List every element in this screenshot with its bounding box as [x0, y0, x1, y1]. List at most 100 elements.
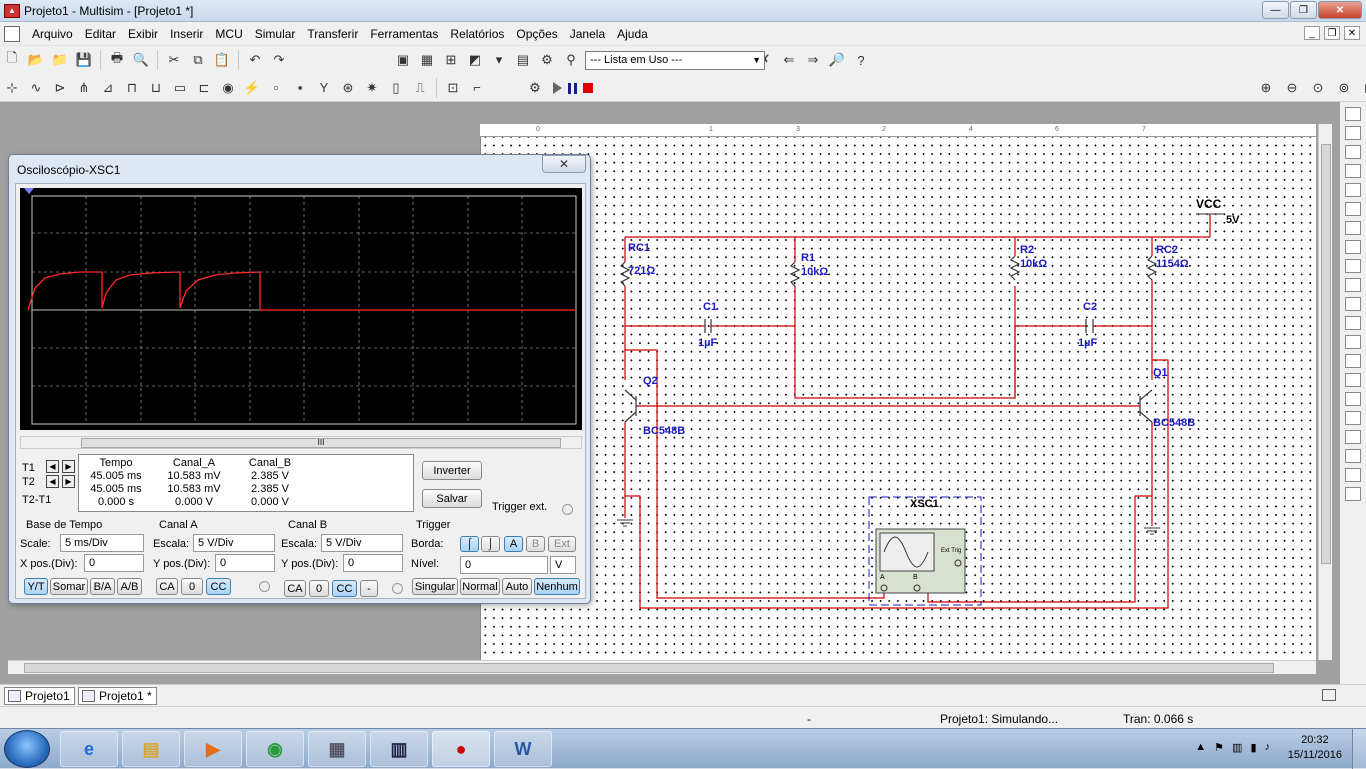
channel-b-zero-button[interactable]: 0 [309, 580, 329, 597]
menu-ferramentas[interactable]: Ferramentas [364, 27, 444, 41]
interactive-sim-icon[interactable]: ⚙ [525, 78, 545, 98]
multisim-app-icon[interactable]: ▲ [4, 3, 20, 18]
rc1-name[interactable]: RC1 [628, 242, 650, 254]
oscilloscope-close-button[interactable]: ✕ [542, 155, 586, 173]
analog-component-icon[interactable]: ⊿ [98, 78, 118, 98]
spectrum-analyzer-icon[interactable] [1345, 335, 1361, 349]
ttl-component-icon[interactable]: ⊓ [122, 78, 142, 98]
menu-mcu[interactable]: MCU [209, 27, 248, 41]
channel-b-ac-button[interactable]: CA [284, 580, 306, 597]
oscilloscope-window[interactable]: Osciloscópio-XSC1 ✕ III T1 ◀ ▶ T2 ◀ ▶ T2… [8, 154, 591, 604]
mdi-restore-button[interactable]: ❐ [1324, 26, 1340, 40]
agilent-scope-icon[interactable] [1345, 411, 1361, 425]
scrollbar-thumb[interactable] [24, 663, 1274, 673]
find-icon[interactable]: 🔎 [827, 50, 847, 70]
vertical-scrollbar[interactable] [1318, 124, 1332, 660]
schematic-sheet[interactable] [480, 124, 1316, 660]
help-icon[interactable]: ? [851, 50, 871, 70]
trigger-single-button[interactable]: Singular [412, 578, 458, 595]
source-component-icon[interactable]: ⊹ [2, 78, 22, 98]
oscilloscope-scrollbar[interactable]: III [20, 436, 582, 449]
print-icon[interactable]: 🖶 [107, 50, 127, 70]
trigger-source-b-button[interactable]: B [526, 536, 545, 552]
menu-relatorios[interactable]: Relatórios [444, 27, 510, 41]
scrollbar-thumb[interactable]: III [81, 438, 561, 448]
channel-b-scale-field[interactable]: 5 V/Div [321, 534, 403, 552]
design-toolbox-icon[interactable]: ▣ [393, 50, 413, 70]
r1-name[interactable]: R1 [801, 252, 815, 264]
distortion-analyzer-icon[interactable] [1345, 316, 1361, 330]
rc2-name[interactable]: RC2 [1156, 244, 1178, 256]
zoom-area-icon[interactable]: ⊙ [1308, 78, 1328, 98]
action-center-icon[interactable]: ⚑ [1214, 741, 1224, 754]
agilent-multimeter-icon[interactable] [1345, 392, 1361, 406]
menu-opcoes[interactable]: Opções [510, 27, 563, 41]
timebase-scale-field[interactable]: 5 ms/Div [60, 534, 144, 552]
postprocessor-icon[interactable]: ▾ [489, 50, 509, 70]
misc-component-icon[interactable]: ▫ [266, 78, 286, 98]
channel-a-terminal[interactable] [259, 581, 270, 592]
signal-icon[interactable]: ▮ [1250, 741, 1256, 754]
q2-name[interactable]: Q2 [643, 375, 658, 387]
run-icon[interactable] [553, 82, 562, 94]
oscilloscope-icon[interactable] [1345, 164, 1361, 178]
ba-button[interactable]: B/A [90, 578, 115, 595]
channel-b-ypos-field[interactable]: 0 [343, 554, 403, 572]
c1-name[interactable]: C1 [703, 301, 717, 313]
channel-b-terminal[interactable] [392, 583, 403, 594]
four-channel-oscilloscope-icon[interactable] [1345, 183, 1361, 197]
stop-icon[interactable] [583, 83, 593, 93]
add-button[interactable]: Somar [50, 578, 88, 595]
mdi-minimize-button[interactable]: _ [1304, 26, 1320, 40]
measurement-probe-icon[interactable] [1345, 468, 1361, 482]
create-component-icon[interactable]: ▤ [513, 50, 533, 70]
pause-icon[interactable] [568, 82, 577, 94]
copy-icon[interactable]: ⧉ [188, 50, 208, 70]
menu-exibir[interactable]: Exibir [122, 27, 164, 41]
invert-button[interactable]: Inverter [422, 461, 482, 480]
iv-analyzer-icon[interactable] [1345, 297, 1361, 311]
trigger-none-button[interactable]: Nenhum [534, 578, 580, 595]
cmos-component-icon[interactable]: ⊔ [146, 78, 166, 98]
save-icon[interactable]: 💾 [74, 50, 94, 70]
rising-edge-icon[interactable]: ⌠ [460, 536, 479, 552]
menu-editar[interactable]: Editar [79, 27, 122, 41]
scrollbar-thumb[interactable] [1321, 144, 1331, 564]
mixed-component-icon[interactable]: ⊏ [194, 78, 214, 98]
zoom-fit-icon[interactable]: ⊚ [1334, 78, 1354, 98]
frequency-counter-icon[interactable] [1345, 221, 1361, 235]
trigger-source-ext-button[interactable]: Ext [548, 536, 576, 552]
windows-start-icon[interactable] [4, 730, 50, 768]
in-use-list-dropdown[interactable]: --- Lista em Uso --- ▼ [585, 51, 765, 70]
bode-plotter-icon[interactable] [1345, 202, 1361, 216]
paste-icon[interactable]: 📋 [212, 50, 232, 70]
word-generator-icon[interactable] [1345, 240, 1361, 254]
power-component-icon[interactable]: ⚡ [242, 78, 262, 98]
channel-a-ac-button[interactable]: CA [156, 578, 178, 595]
t2-right-arrow-icon[interactable]: ▶ [62, 475, 75, 488]
wire-icon[interactable]: ⌐ [467, 78, 487, 98]
component-wizard-icon[interactable]: ⚙ [537, 50, 557, 70]
trigger-level-unit[interactable]: V [550, 556, 576, 574]
show-desktop-button[interactable] [1352, 729, 1366, 769]
transfer-icon[interactable]: ⇒ [803, 50, 823, 70]
diode-component-icon[interactable]: ⊳ [50, 78, 70, 98]
trigger-normal-button[interactable]: Normal [460, 578, 500, 595]
trigger-source-a-button[interactable]: A [504, 536, 523, 552]
xsc1-label[interactable]: XSC1 [910, 498, 939, 510]
r2-name[interactable]: R2 [1020, 244, 1034, 256]
basic-component-icon[interactable]: ∿ [26, 78, 46, 98]
close-button[interactable]: ✕ [1318, 1, 1362, 19]
document-icon[interactable] [4, 25, 20, 42]
vcc-label[interactable]: VCC [1196, 197, 1221, 211]
clock[interactable]: 20:32 15/11/2016 [1288, 733, 1342, 763]
undo-icon[interactable]: ↶ [245, 50, 265, 70]
logic-converter-icon[interactable] [1345, 259, 1361, 273]
database-manager-icon[interactable]: ⊞ [441, 50, 461, 70]
menu-janela[interactable]: Janela [564, 27, 611, 41]
ext-trigger-terminal[interactable] [562, 504, 573, 515]
menu-simular[interactable]: Simular [249, 27, 302, 41]
c2-name[interactable]: C2 [1083, 301, 1097, 313]
minimize-button[interactable]: — [1262, 1, 1289, 19]
redo-icon[interactable]: ↷ [269, 50, 289, 70]
